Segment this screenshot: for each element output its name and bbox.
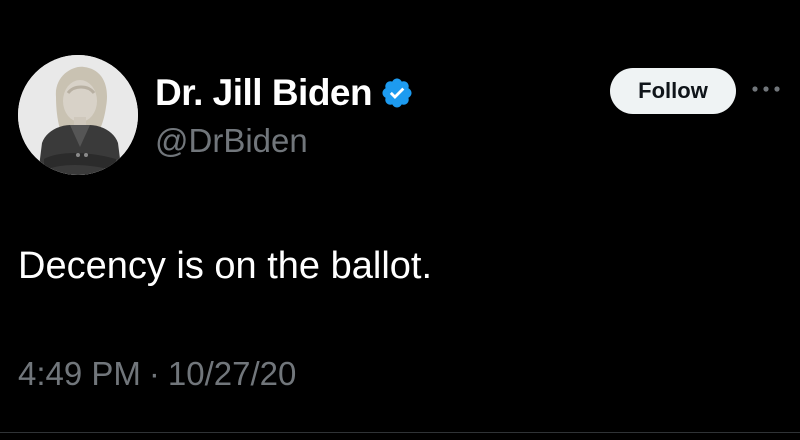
- avatar-photo: [18, 55, 138, 175]
- tweet-timestamp[interactable]: 4:49 PM · 10/27/20: [18, 355, 296, 393]
- verified-badge-icon: [380, 76, 414, 110]
- tweet-text: Decency is on the ballot.: [18, 245, 433, 287]
- divider: [0, 432, 800, 433]
- more-options-button[interactable]: [748, 74, 784, 104]
- tweet-card: Dr. Jill Biden @DrBiden Follow Decency i…: [0, 0, 800, 440]
- tweet-time: 4:49 PM: [18, 355, 141, 392]
- author-name-row: Dr. Jill Biden: [155, 70, 414, 116]
- avatar[interactable]: [18, 55, 138, 175]
- author-handle[interactable]: @DrBiden: [155, 122, 308, 160]
- timestamp-separator: ·: [148, 355, 160, 392]
- tweet-date: 10/27/20: [167, 355, 297, 392]
- author-display-name[interactable]: Dr. Jill Biden: [155, 72, 373, 114]
- more-horizontal-icon: [752, 86, 780, 92]
- follow-button[interactable]: Follow: [610, 68, 736, 114]
